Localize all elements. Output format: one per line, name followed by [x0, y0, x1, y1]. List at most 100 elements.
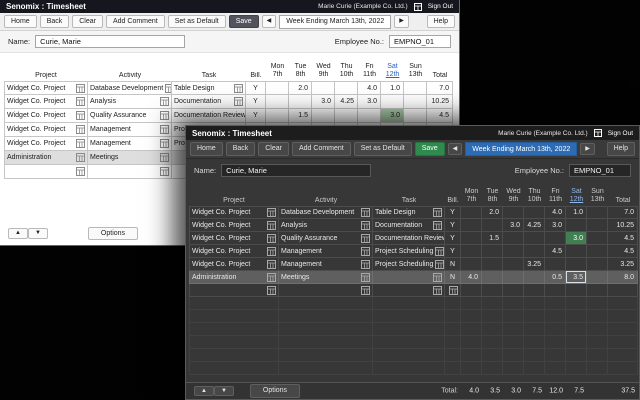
activity-cell[interactable]: Quality Assurance [88, 109, 172, 123]
day-cell[interactable] [461, 245, 482, 258]
save-button[interactable]: Save [228, 14, 259, 29]
bill-cell[interactable]: Y [246, 109, 266, 123]
day-cell[interactable]: 3.0 [312, 95, 335, 109]
next-week-button[interactable]: ▶ [394, 15, 409, 28]
activity-cell[interactable]: Analysis [279, 219, 373, 232]
day-cell[interactable] [566, 284, 587, 297]
lookup-grid-icon[interactable] [267, 220, 276, 230]
day-cell[interactable]: 3.0 [503, 219, 524, 232]
bill-cell[interactable]: Y [246, 95, 266, 109]
task-cell[interactable]: Documentation [172, 95, 246, 109]
options-button[interactable]: Options [249, 384, 301, 398]
col-header-day-sat[interactable]: Sat 12th [381, 63, 404, 81]
day-cell[interactable]: 3.25 [524, 258, 545, 271]
move-row-down-button[interactable]: ▼ [27, 228, 48, 239]
lookup-grid-icon[interactable] [267, 233, 276, 243]
day-cell[interactable] [566, 258, 587, 271]
lookup-grid-icon[interactable] [361, 246, 370, 256]
sign-out-button[interactable]: Sign Out [608, 130, 633, 137]
options-button[interactable]: Options [87, 226, 139, 241]
name-input[interactable]: Curie, Marie [35, 35, 186, 48]
day-cell[interactable] [503, 258, 524, 271]
day-cell[interactable] [587, 245, 608, 258]
project-cell[interactable]: Administration [4, 151, 88, 165]
help-button[interactable]: Help [426, 14, 455, 29]
next-week-button[interactable]: ▶ [580, 142, 595, 156]
project-cell[interactable] [189, 284, 279, 297]
project-cell[interactable]: Widget Co. Project [4, 137, 88, 151]
project-cell[interactable]: Widget Co. Project [189, 206, 279, 219]
activity-cell[interactable]: Quality Assurance [279, 232, 373, 245]
lookup-grid-icon[interactable] [76, 97, 85, 106]
previous-week-button[interactable]: ◀ [261, 15, 277, 28]
project-cell[interactable] [4, 165, 88, 179]
day-cell[interactable] [545, 232, 566, 245]
lookup-grid-icon[interactable] [433, 272, 442, 282]
day-cell[interactable] [587, 271, 608, 284]
bill-cell[interactable]: Y [445, 206, 461, 219]
day-cell[interactable] [482, 258, 503, 271]
lookup-grid-icon[interactable] [76, 153, 85, 162]
lookup-grid-icon[interactable] [234, 83, 243, 93]
week-ending-field[interactable]: Week Ending March 13th, 2022 [465, 142, 578, 156]
lookup-grid-icon[interactable] [361, 220, 370, 230]
lookup-grid-icon[interactable] [361, 259, 370, 269]
task-cell[interactable]: Table Design [172, 81, 246, 95]
activity-cell[interactable]: Analysis [88, 95, 172, 109]
employee-no-input[interactable]: EMPNO_01 [389, 35, 451, 48]
activity-cell[interactable] [279, 284, 373, 297]
day-cell[interactable]: 3.0 [566, 232, 587, 245]
day-cell[interactable] [312, 109, 335, 123]
sign-out-button[interactable]: Sign Out [428, 3, 453, 10]
day-cell[interactable] [503, 206, 524, 219]
day-cell[interactable]: 4.25 [524, 219, 545, 232]
day-cell[interactable] [587, 258, 608, 271]
day-cell[interactable]: 4.0 [545, 206, 566, 219]
task-cell[interactable] [373, 271, 445, 284]
day-cell[interactable] [404, 95, 427, 109]
day-cell[interactable] [545, 258, 566, 271]
task-cell[interactable]: Project Scheduling [373, 245, 445, 258]
back-button[interactable]: Back [225, 142, 256, 156]
day-cell[interactable] [482, 271, 503, 284]
move-row-up-button[interactable]: ▲ [194, 385, 214, 397]
day-cell[interactable] [587, 219, 608, 232]
day-cell[interactable] [566, 245, 587, 258]
day-cell[interactable] [312, 81, 335, 95]
day-cell[interactable]: 0.5 [545, 271, 566, 284]
task-cell[interactable]: Documentation Review [172, 109, 246, 123]
activity-cell[interactable]: Meetings [279, 271, 373, 284]
day-cell[interactable]: 4.5 [545, 245, 566, 258]
day-cell[interactable] [266, 95, 289, 109]
employee-no-input[interactable]: EMPNO_01 [569, 163, 631, 177]
home-button[interactable]: Home [4, 14, 37, 29]
bill-cell[interactable]: Y [246, 81, 266, 95]
day-cell[interactable] [503, 284, 524, 297]
project-cell[interactable]: Widget Co. Project [4, 95, 88, 109]
save-button[interactable]: Save [414, 142, 445, 156]
day-cell[interactable] [404, 109, 427, 123]
activity-cell[interactable]: Management [279, 258, 373, 271]
day-cell[interactable] [482, 245, 503, 258]
task-cell[interactable]: Documentation Review [373, 232, 445, 245]
day-cell[interactable] [335, 109, 358, 123]
add-comment-button[interactable]: Add Comment [105, 14, 165, 29]
bill-cell[interactable] [445, 284, 461, 297]
bill-cell[interactable]: Y [445, 245, 461, 258]
day-cell[interactable]: 3.0 [545, 219, 566, 232]
day-cell[interactable]: 1.0 [381, 81, 404, 95]
task-cell[interactable]: Documentation [373, 219, 445, 232]
activity-cell[interactable] [88, 165, 172, 179]
day-cell[interactable] [381, 95, 404, 109]
day-cell[interactable] [461, 284, 482, 297]
day-cell[interactable] [482, 284, 503, 297]
lookup-grid-icon[interactable] [435, 246, 444, 256]
day-cell[interactable]: 3.0 [358, 95, 381, 109]
lookup-grid-icon[interactable] [160, 167, 169, 176]
col-header-day-sat[interactable]: Sat 12th [566, 188, 587, 206]
lookup-grid-icon[interactable] [160, 125, 169, 134]
day-cell[interactable] [545, 284, 566, 297]
lookup-grid-icon[interactable] [234, 97, 243, 106]
move-row-down-button[interactable]: ▼ [213, 385, 234, 397]
lookup-grid-icon[interactable] [433, 285, 442, 295]
